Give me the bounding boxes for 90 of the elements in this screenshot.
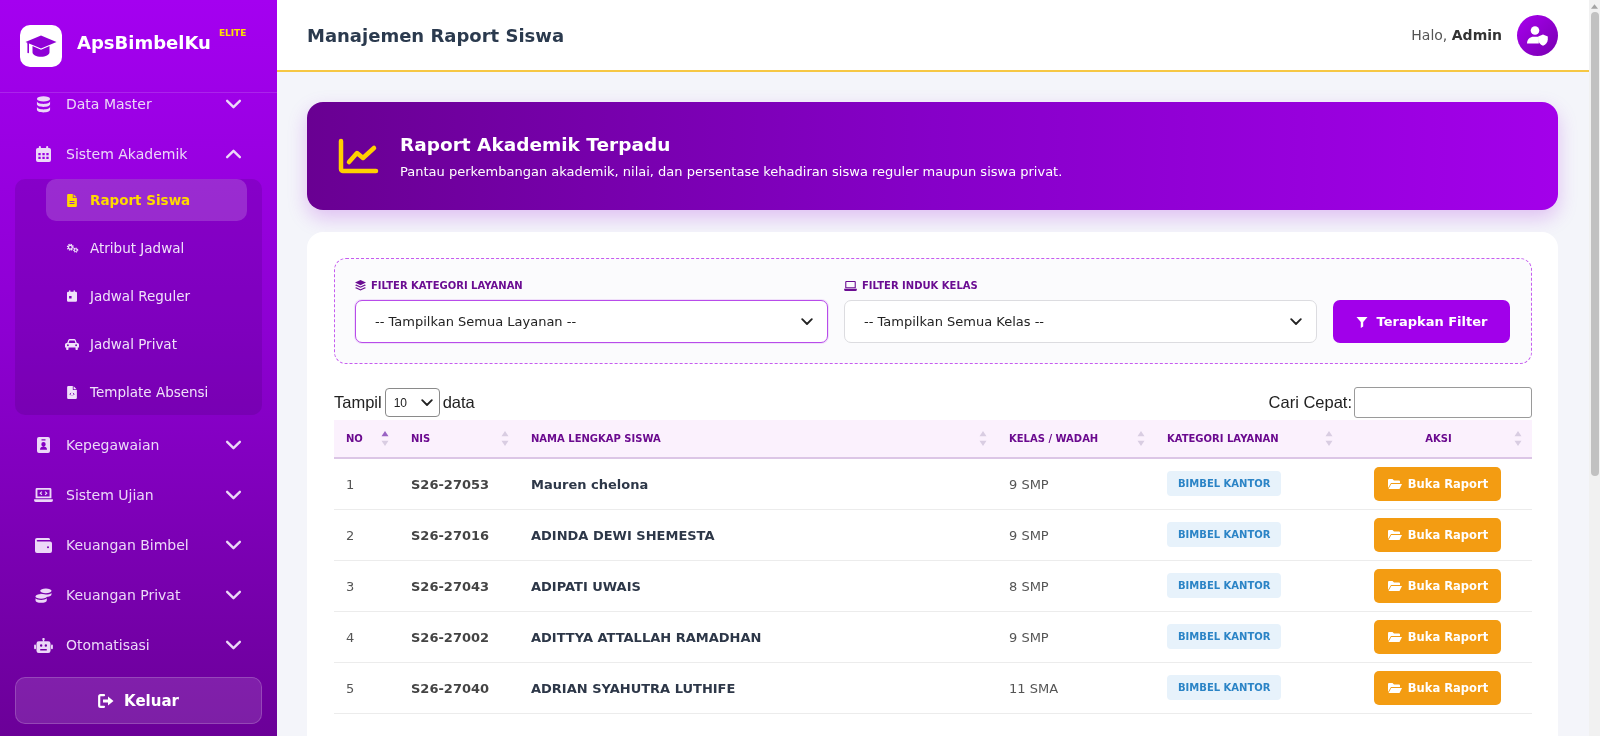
submenu-item[interactable]: Jadwal Reguler (46, 275, 247, 317)
row-number: 5 (346, 681, 355, 696)
chevron-down-icon (420, 398, 433, 407)
scroll-up-icon[interactable] (1591, 4, 1598, 9)
student-name: ADRIAN SYAHUTRA LUTHIFE (531, 681, 736, 696)
class-label: 11 SMA (1009, 681, 1059, 696)
category-badge: BIMBEL KANTOR (1167, 624, 1282, 649)
file-code-icon (67, 385, 77, 399)
edition-label: ELITE (218, 28, 247, 39)
chevron-down-icon (1290, 317, 1302, 326)
length-label: Tampil (334, 393, 382, 412)
student-id: S26-27016 (411, 528, 490, 543)
row-number: 3 (346, 579, 355, 594)
scrollbar[interactable] (1589, 0, 1600, 736)
category-badge: BIMBEL KANTOR (1167, 522, 1282, 547)
id-card-icon (36, 437, 50, 453)
row-number: 2 (346, 528, 355, 543)
column-header[interactable]: KELAS / WADAH (997, 420, 1155, 458)
calendar-icon (67, 290, 77, 302)
class-label: 8 SMP (1009, 579, 1049, 594)
folder-icon (1386, 529, 1402, 540)
chart-line-icon (338, 138, 379, 174)
folder-icon (1386, 478, 1402, 490)
student-id: S26-27053 (411, 477, 490, 493)
student-name: ADINDA DEWI SHEMESTA (531, 528, 715, 543)
sign-out-icon (98, 693, 115, 708)
submenu-item[interactable]: Template Absensi (46, 371, 247, 413)
row-number: 1 (346, 477, 355, 493)
filter-label: FILTER INDUK KELAS (862, 280, 978, 291)
column-header[interactable]: NIS (399, 420, 519, 458)
search-label: Cari Cepat: (1268, 393, 1352, 412)
student-id: S26-27040 (411, 681, 490, 696)
submenu-item[interactable]: Raport Siswa (46, 179, 247, 221)
column-header[interactable]: NAMA LENGKAP SISWA (519, 420, 997, 458)
user-shield-icon[interactable] (1517, 14, 1558, 56)
menu-item[interactable]: Sistem Akademik (15, 129, 262, 179)
category-badge: BIMBEL KANTOR (1167, 471, 1282, 497)
select-field[interactable]: -- Tampilkan Semua Kelas -- (844, 300, 1317, 343)
database-icon (35, 95, 51, 113)
brand-name: ApsBimbelKu (77, 31, 211, 55)
folder-icon (1386, 580, 1402, 591)
menu-item[interactable]: Keuangan Bimbel (15, 520, 262, 570)
greeting: Halo, Admin (1411, 27, 1502, 43)
banner-subtitle: Pantau perkembangan akademik, nilai, dan persentase kehadiran siswa reguler maupun siswa privat. (400, 163, 1063, 179)
graduation-cap-icon (20, 25, 62, 67)
calendar-icon (35, 146, 51, 162)
length-suffix: data (442, 393, 475, 412)
chevron-down-icon (801, 317, 813, 326)
page-title: Manajemen Raport Siswa (307, 24, 566, 46)
student-id: S26-27002 (411, 630, 490, 645)
folder-icon (1386, 682, 1402, 693)
select-field[interactable]: -- Tampilkan Semua Layanan -- (355, 300, 828, 343)
laptop-code-icon (33, 488, 53, 502)
robot-icon (33, 637, 53, 653)
coins-icon (34, 587, 52, 603)
car-icon (65, 338, 79, 350)
class-label: 9 SMP (1009, 477, 1049, 493)
search-field[interactable] (1354, 387, 1532, 418)
banner-title: Raport Akademik Terpadu (400, 133, 672, 155)
submenu-item[interactable]: Jadwal Privat (46, 323, 247, 365)
filter-label: FILTER KATEGORI LAYANAN (371, 280, 523, 291)
page-length-select[interactable]: 10 (384, 388, 440, 417)
menu-item[interactable]: Data Master (15, 93, 262, 129)
submenu-item[interactable]: Atribut Jadwal (46, 227, 247, 269)
column-header[interactable]: NO (334, 420, 399, 458)
laptop-icon (844, 280, 857, 291)
menu-item[interactable]: Otomatisasi (15, 620, 262, 670)
gears-icon (65, 243, 79, 253)
class-label: 9 SMP (1009, 630, 1049, 645)
row-number: 4 (346, 630, 355, 645)
student-name: ADITTYA ATTALLAH RAMADHAN (531, 630, 762, 645)
student-name: ADIPATI UWAIS (531, 579, 641, 594)
wallet-icon (34, 537, 52, 553)
category-badge: BIMBEL KANTOR (1167, 675, 1282, 700)
logout-button[interactable]: Keluar (15, 677, 262, 724)
class-label: 9 SMP (1009, 528, 1049, 543)
scrollbar-thumb[interactable] (1590, 12, 1599, 476)
student-id: S26-27043 (411, 579, 490, 594)
student-name: Mauren chelona (531, 477, 649, 493)
file-icon (67, 193, 77, 207)
column-header[interactable]: AKSI (1343, 420, 1532, 458)
menu-item[interactable]: Keuangan Privat (15, 570, 262, 620)
apply-filter-button[interactable]: Terapkan Filter (1333, 300, 1510, 343)
layers-icon (355, 280, 366, 291)
menu-item[interactable]: Sistem Ujian (15, 470, 262, 520)
filter-icon (1355, 315, 1368, 328)
menu-item[interactable]: Kepegawaian (15, 420, 262, 470)
category-badge: BIMBEL KANTOR (1167, 573, 1282, 598)
folder-icon (1386, 631, 1402, 642)
column-header[interactable]: KATEGORI LAYANAN (1155, 420, 1343, 458)
